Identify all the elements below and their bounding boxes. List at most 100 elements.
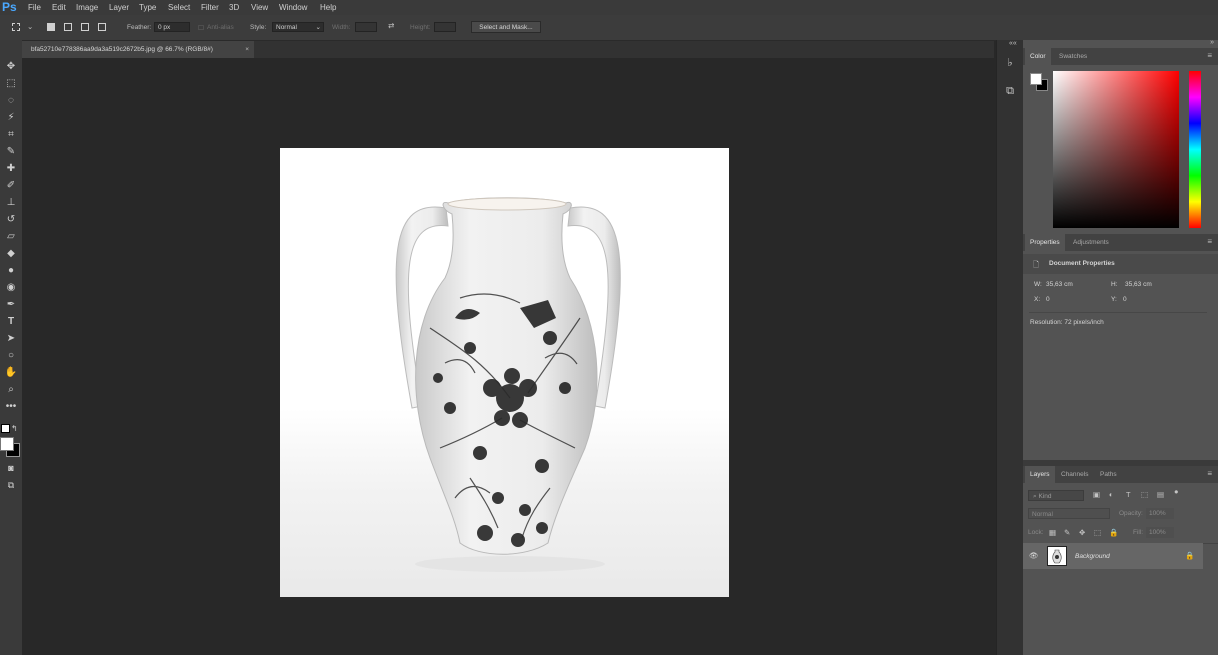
tab-adjustments[interactable]: Adjustments bbox=[1068, 234, 1114, 251]
tab-channels[interactable]: Channels bbox=[1056, 466, 1093, 483]
filter-smart-object-icon[interactable]: ▤ bbox=[1157, 490, 1164, 499]
h-value[interactable]: 35,63 cm bbox=[1125, 281, 1152, 288]
zoom-icon[interactable]: ⌕ bbox=[3, 383, 19, 397]
hand-icon[interactable]: ✋ bbox=[3, 366, 19, 380]
type-tool-icon[interactable]: T bbox=[3, 315, 19, 329]
rectangular-marquee-icon[interactable]: ⬚ bbox=[3, 77, 19, 91]
tab-color[interactable]: Color bbox=[1025, 48, 1051, 65]
menu-edit[interactable]: Edit bbox=[52, 0, 66, 15]
new-selection-icon[interactable] bbox=[47, 23, 55, 31]
crop-icon[interactable]: ⌗ bbox=[3, 128, 19, 142]
document-tab[interactable]: bfa52710e778386aa9da3a519c2672b5.jpg @ 6… bbox=[22, 41, 254, 58]
menu-filter[interactable]: Filter bbox=[201, 0, 219, 15]
menu-help[interactable]: Help bbox=[320, 0, 336, 15]
color-field[interactable] bbox=[1053, 71, 1179, 228]
panel-menu-icon[interactable]: ≡ bbox=[1207, 51, 1212, 60]
pen-icon[interactable]: ✒ bbox=[3, 298, 19, 312]
panel-menu-icon[interactable]: ≡ bbox=[1207, 469, 1212, 478]
menu-3d[interactable]: 3D bbox=[229, 0, 239, 15]
menu-view[interactable]: View bbox=[251, 0, 268, 15]
x-value[interactable]: 0 bbox=[1046, 296, 1050, 303]
marquee-preset-icon[interactable] bbox=[12, 23, 20, 31]
expand-icon[interactable]: » bbox=[1210, 39, 1214, 46]
brush-icon[interactable]: ✐ bbox=[3, 179, 19, 193]
quick-mask-icon[interactable]: ◙ bbox=[3, 461, 19, 475]
eyedropper-icon[interactable]: ✎ bbox=[3, 145, 19, 159]
lock-all-icon[interactable]: 🔒 bbox=[1109, 528, 1118, 537]
tab-paths[interactable]: Paths bbox=[1095, 466, 1122, 483]
close-icon[interactable]: × bbox=[245, 41, 249, 58]
layer-name[interactable]: Background bbox=[1075, 553, 1110, 560]
panel-menu-icon[interactable]: ≡ bbox=[1207, 237, 1212, 246]
magic-wand-icon[interactable]: ⚡ bbox=[3, 111, 19, 125]
lasso-icon[interactable]: ◌ bbox=[3, 94, 19, 108]
height-input[interactable] bbox=[434, 22, 456, 32]
filter-pixel-icon[interactable]: ▣ bbox=[1093, 490, 1100, 499]
document-canvas[interactable] bbox=[280, 148, 729, 597]
antialias-checkbox[interactable]: ☐ bbox=[198, 24, 204, 32]
collapse-icon[interactable]: «« bbox=[1009, 40, 1017, 47]
history-brush-icon[interactable]: ↺ bbox=[3, 213, 19, 227]
eye-icon[interactable]: 👁 bbox=[1029, 551, 1039, 560]
document-properties-row: 🗋 Document Properties bbox=[1023, 254, 1218, 274]
ellipse-icon[interactable]: ○ bbox=[3, 349, 19, 363]
swap-icon[interactable]: ⇄ bbox=[388, 21, 394, 30]
fill-input[interactable]: 100% bbox=[1146, 527, 1174, 538]
clone-stamp-icon[interactable]: ⊥ bbox=[3, 196, 19, 210]
select-and-mask-button[interactable]: Select and Mask... bbox=[471, 21, 541, 33]
add-selection-icon[interactable] bbox=[64, 23, 72, 31]
menu-file[interactable]: File bbox=[28, 0, 41, 15]
layer-thumbnail bbox=[1047, 546, 1067, 566]
document-properties-title: Document Properties bbox=[1049, 260, 1115, 267]
opacity-input[interactable]: 100% bbox=[1146, 508, 1174, 519]
filter-shape-icon[interactable]: ⬚ bbox=[1141, 490, 1148, 499]
dodge-icon[interactable]: ◉ bbox=[3, 281, 19, 295]
vase-thumbnail-icon bbox=[1052, 549, 1062, 564]
layer-row-background[interactable]: 👁 Background 🔒 bbox=[1023, 543, 1203, 569]
blend-mode-select[interactable]: Normal bbox=[1028, 508, 1110, 519]
healing-brush-icon[interactable]: ✚ bbox=[3, 162, 19, 176]
width-input[interactable] bbox=[355, 22, 377, 32]
layer-filter-kind[interactable]: ⌕ Kind bbox=[1028, 490, 1084, 501]
paint-bucket-icon[interactable]: ◆ bbox=[3, 247, 19, 261]
h-label: H: bbox=[1111, 281, 1118, 288]
foreground-color-swatch[interactable] bbox=[0, 437, 14, 451]
chevron-down-icon[interactable]: ⌄ bbox=[27, 22, 33, 31]
more-tools-icon[interactable]: ••• bbox=[3, 400, 19, 414]
lock-transparent-icon[interactable]: ▦ bbox=[1049, 528, 1056, 537]
w-value[interactable]: 35,63 cm bbox=[1046, 281, 1073, 288]
tab-layers[interactable]: Layers bbox=[1025, 466, 1055, 483]
history-panel-icon[interactable]: ♭ bbox=[1001, 54, 1019, 72]
path-selection-icon[interactable]: ➤ bbox=[3, 332, 19, 346]
menu-type[interactable]: Type bbox=[139, 0, 156, 15]
filter-toggle-icon[interactable]: ● bbox=[1174, 487, 1179, 496]
tab-properties[interactable]: Properties bbox=[1025, 234, 1065, 251]
lock-position-icon[interactable]: ✥ bbox=[1079, 528, 1085, 537]
blur-icon[interactable]: ● bbox=[3, 264, 19, 278]
eraser-icon[interactable]: ▱ bbox=[3, 230, 19, 244]
menu-image[interactable]: Image bbox=[76, 0, 98, 15]
y-value[interactable]: 0 bbox=[1123, 296, 1127, 303]
filter-adjustment-icon[interactable]: ◐ bbox=[1109, 490, 1114, 499]
tab-swatches[interactable]: Swatches bbox=[1054, 48, 1092, 65]
subtract-selection-icon[interactable] bbox=[81, 23, 89, 31]
menu-select[interactable]: Select bbox=[168, 0, 190, 15]
menu-window[interactable]: Window bbox=[279, 0, 307, 15]
default-colors-icon[interactable] bbox=[1, 424, 10, 433]
vase-image bbox=[395, 197, 621, 572]
foreground-swatch[interactable] bbox=[1030, 73, 1042, 85]
screen-mode-icon[interactable]: ⧉ bbox=[3, 478, 19, 492]
chevron-down-icon: ⌄ bbox=[315, 24, 321, 31]
intersect-selection-icon[interactable] bbox=[98, 23, 106, 31]
menu-layer[interactable]: Layer bbox=[109, 0, 129, 15]
move-tool-icon[interactable]: ✥ bbox=[3, 60, 19, 74]
style-select[interactable]: Normal ⌄ bbox=[272, 22, 324, 32]
lock-pixels-icon[interactable]: ✎ bbox=[1064, 528, 1070, 537]
swap-colors-icon[interactable]: ↰ bbox=[11, 424, 18, 433]
hue-slider[interactable] bbox=[1189, 71, 1201, 228]
lock-artboard-icon[interactable]: ⬚ bbox=[1094, 528, 1101, 537]
feather-input[interactable]: 0 px bbox=[154, 22, 190, 32]
lock-label: Lock: bbox=[1028, 529, 1044, 536]
filter-type-icon[interactable]: T bbox=[1126, 490, 1131, 499]
properties-panel-icon[interactable]: ⧉ bbox=[1001, 82, 1019, 100]
